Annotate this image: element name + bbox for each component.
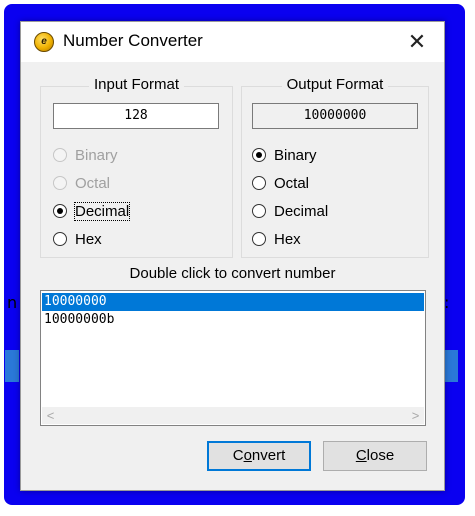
- horizontal-scrollbar[interactable]: < >: [42, 407, 424, 424]
- radio-circle: [252, 204, 266, 218]
- output-radio-decimal-label: Decimal: [274, 203, 329, 220]
- convert-hint-text: Double click to convert number: [129, 265, 336, 282]
- close-window-button[interactable]: ✕: [399, 27, 435, 57]
- radio-circle: [53, 204, 67, 218]
- list-item[interactable]: 10000000: [42, 293, 424, 311]
- radio-circle: [252, 148, 266, 162]
- input-radio-octal-label: Octal: [75, 175, 111, 192]
- radio-circle: [53, 148, 67, 162]
- radio-circle: [252, 232, 266, 246]
- scroll-right-icon[interactable]: >: [407, 407, 424, 424]
- results-listbox[interactable]: 10000000 10000000b < >: [40, 290, 426, 426]
- output-radio-octal[interactable]: Octal: [252, 173, 309, 195]
- input-radio-hex[interactable]: Hex: [53, 229, 102, 251]
- output-value-field[interactable]: 10000000: [252, 103, 418, 129]
- output-radio-octal-label: Octal: [274, 175, 310, 192]
- output-radio-decimal[interactable]: Decimal: [252, 201, 328, 223]
- radio-circle: [53, 176, 67, 190]
- number-converter-dialog: e Number Converter ✕ Input Format 128 Bi…: [20, 21, 445, 491]
- window-title: Number Converter: [63, 31, 203, 50]
- list-item[interactable]: 10000000b: [42, 311, 424, 329]
- output-radio-binary-label: Binary: [274, 147, 317, 164]
- input-radio-decimal[interactable]: Decimal: [53, 201, 131, 223]
- background-text-fragment-left: n: [7, 293, 18, 312]
- app-logo-icon: e: [34, 32, 54, 52]
- radio-dot: [57, 208, 63, 214]
- input-radio-octal[interactable]: Octal: [53, 173, 110, 195]
- radio-circle: [53, 232, 67, 246]
- input-radio-decimal-label: Decimal: [73, 202, 131, 221]
- close-button[interactable]: Close: [323, 441, 427, 471]
- input-format-label: Input Format: [88, 76, 185, 93]
- input-radio-binary-label: Binary: [75, 147, 118, 164]
- radio-circle: [252, 176, 266, 190]
- input-format-group: Input Format 128 Binary Octal Decimal He…: [40, 76, 233, 258]
- input-radio-hex-label: Hex: [75, 231, 102, 248]
- input-value-field[interactable]: 128: [53, 103, 219, 129]
- title-bar: e Number Converter ✕: [21, 22, 444, 62]
- input-radio-binary[interactable]: Binary: [53, 145, 118, 167]
- close-button-label: Close: [355, 447, 395, 464]
- convert-button-label: Convert: [232, 447, 286, 464]
- output-radio-binary[interactable]: Binary: [252, 145, 317, 167]
- convert-button[interactable]: Convert: [207, 441, 311, 471]
- output-format-group: Output Format 10000000 Binary Octal Deci…: [241, 76, 429, 258]
- background-strip-right: [444, 350, 458, 382]
- output-format-label: Output Format: [281, 76, 389, 93]
- background-strip-left: [5, 350, 19, 382]
- radio-dot: [256, 152, 262, 158]
- output-radio-hex-label: Hex: [274, 231, 301, 248]
- scroll-left-icon[interactable]: <: [42, 407, 59, 424]
- output-radio-hex[interactable]: Hex: [252, 229, 301, 251]
